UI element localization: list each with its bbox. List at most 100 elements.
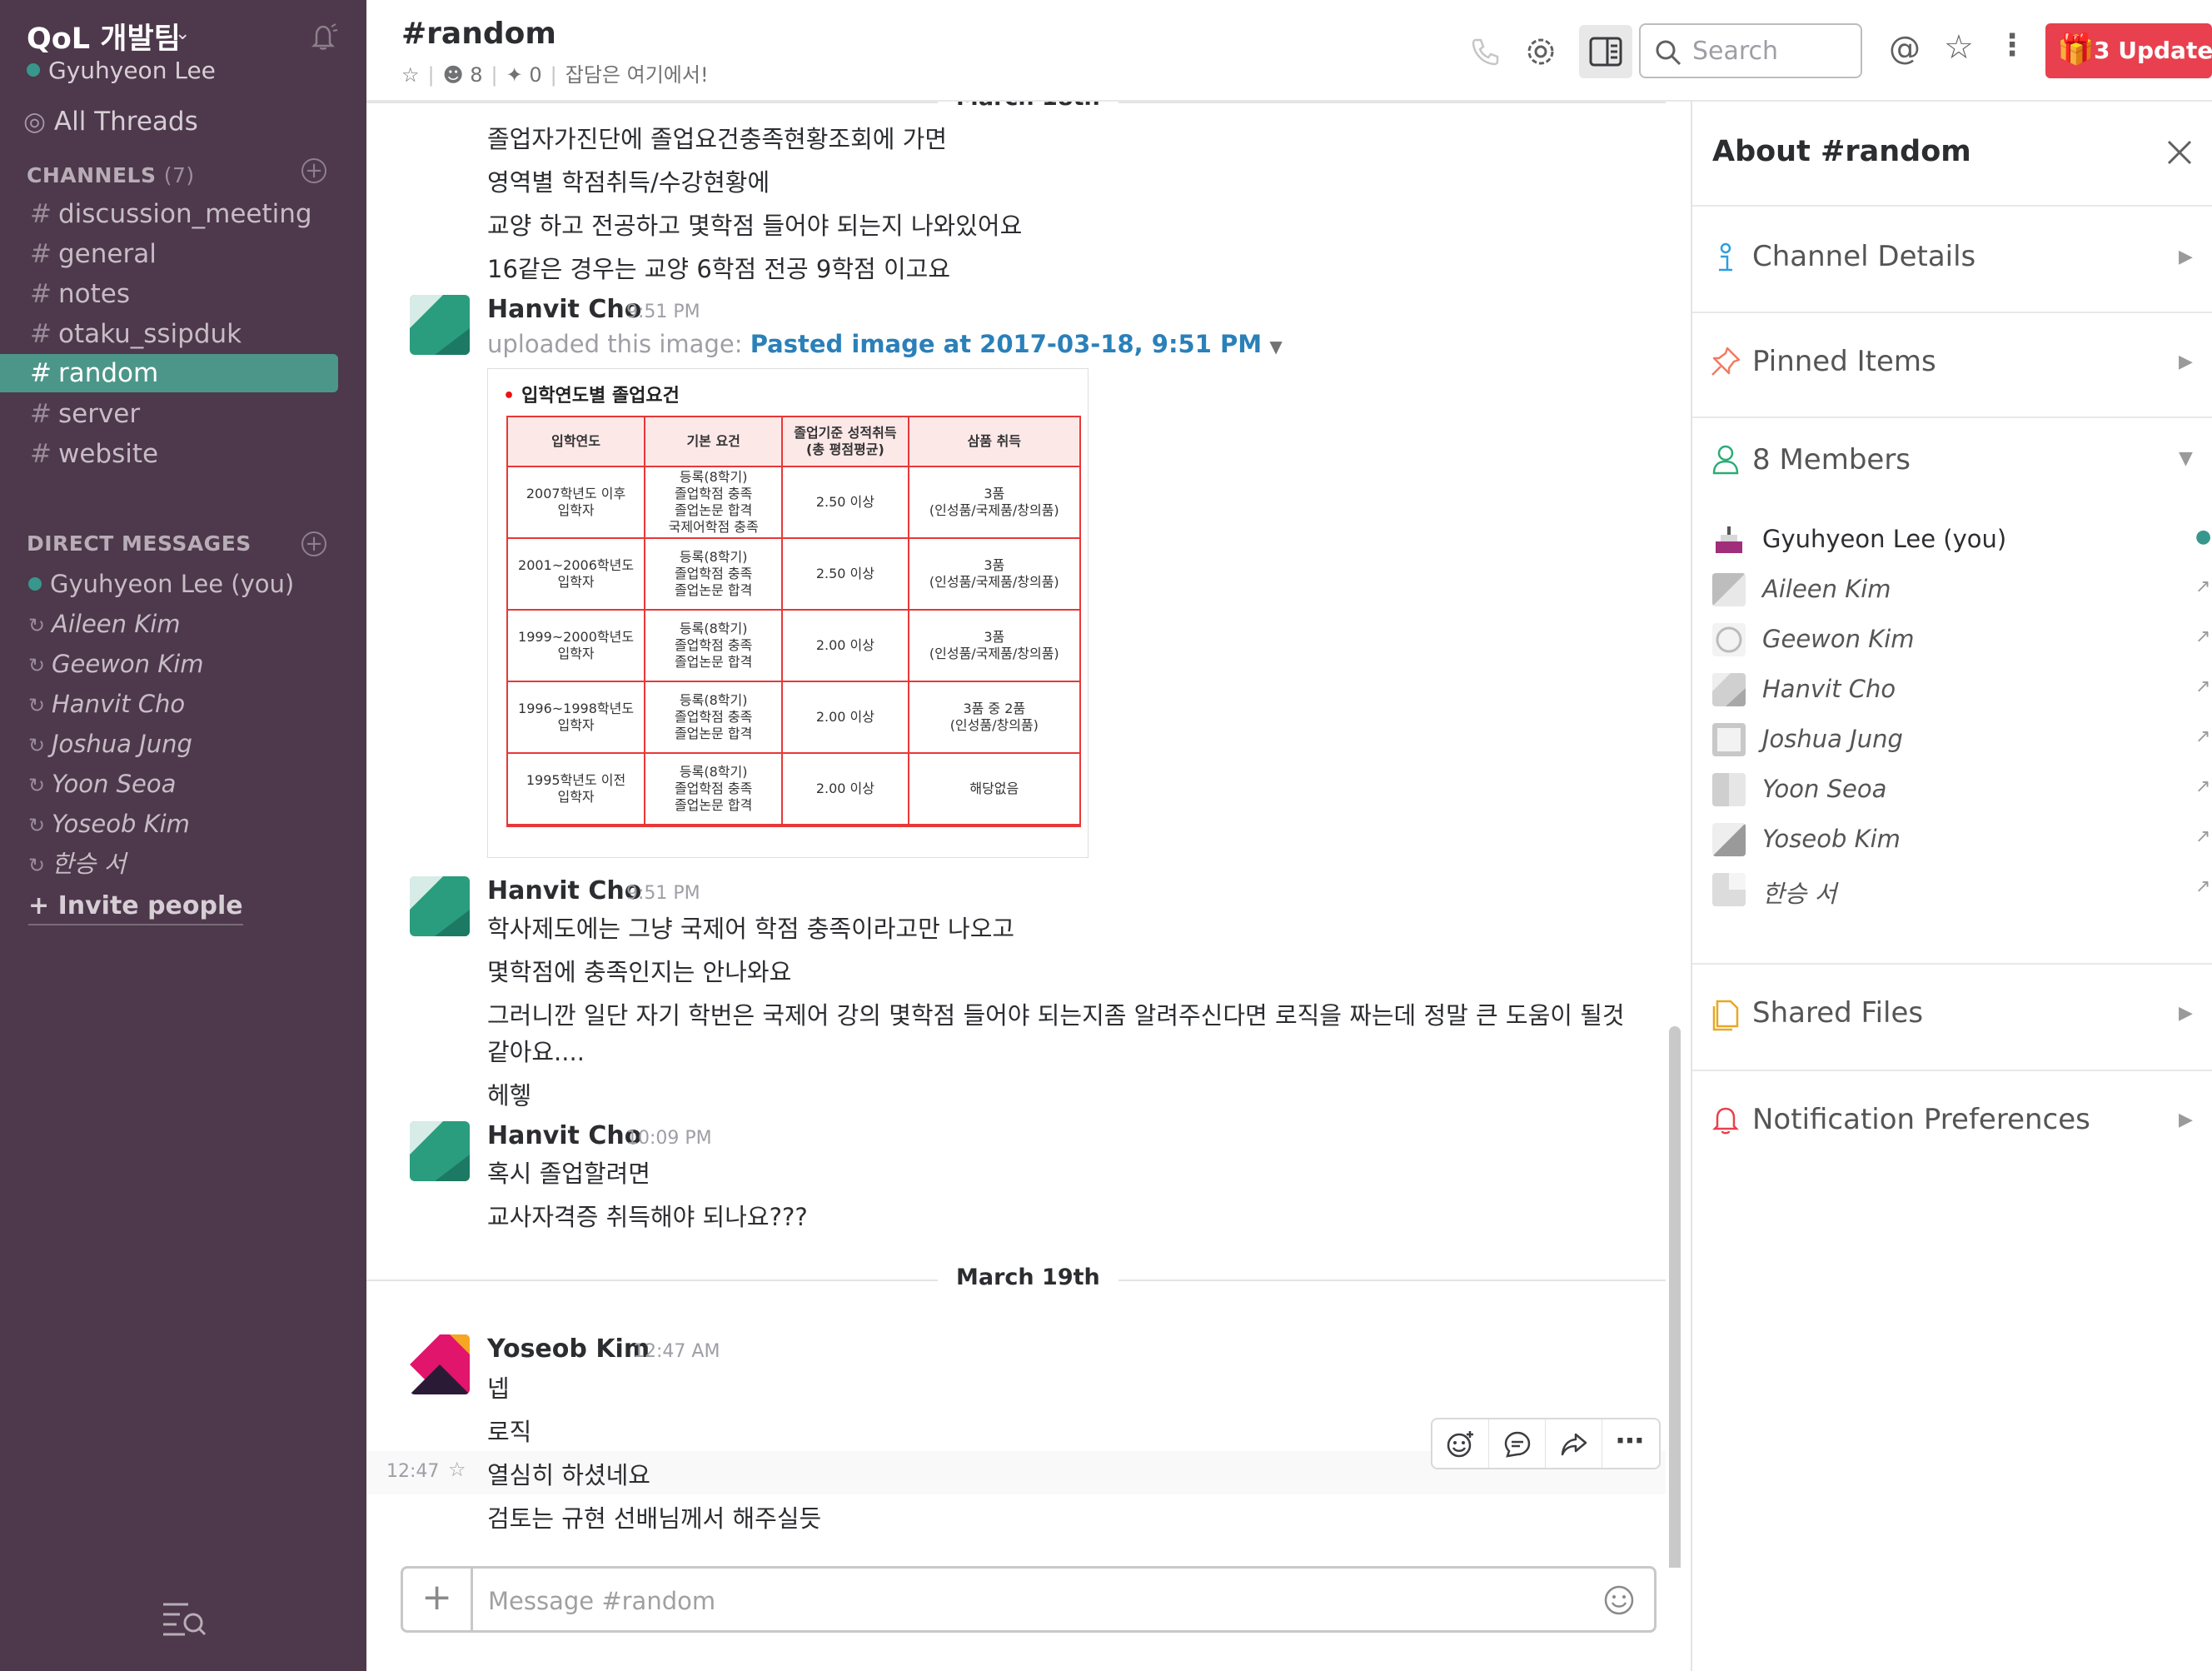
external-link-icon: ↗	[2195, 626, 2211, 647]
away-status-icon: ↻	[28, 854, 46, 877]
add-reaction-button[interactable]	[1432, 1419, 1489, 1468]
dm-item[interactable]: ↻ Yoseob Kim	[0, 805, 366, 843]
message-text: 같아요....	[487, 1038, 585, 1066]
sidebar-item-discussion_meeting[interactable]: # discussion_meeting	[0, 195, 366, 233]
star-icon[interactable]: ☆	[448, 1458, 466, 1481]
caret-down-icon[interactable]: ▼	[1269, 337, 1282, 357]
quick-switcher-icon[interactable]	[160, 1599, 207, 1638]
team-name[interactable]: QoL 개발팀	[27, 15, 181, 57]
gift-icon: 🎁	[2057, 32, 2095, 67]
dm-item[interactable]: ↻ Yoon Seoa	[0, 765, 366, 803]
avatar-image	[410, 295, 470, 355]
add-dm-icon[interactable]: +	[301, 531, 326, 556]
channel-topic[interactable]: 잡담은 여기에서!	[565, 63, 709, 87]
star-icon[interactable]: ☆	[401, 63, 420, 87]
shared-files-row[interactable]: Shared Files ▶	[1692, 965, 2212, 1070]
pinned-items-row[interactable]: Pinned Items ▶	[1692, 313, 2212, 418]
member-item[interactable]: Joshua Jung ↗	[1712, 715, 2210, 765]
dm-item[interactable]: ↻ Aileen Kim	[0, 605, 366, 643]
channel-details-row[interactable]: Channel Details ▶	[1692, 207, 2212, 312]
message-author[interactable]: Hanvit Cho	[487, 295, 641, 324]
invite-people-link[interactable]: + Invite people	[28, 891, 243, 925]
share-button[interactable]	[1546, 1419, 1602, 1468]
mentions-icon[interactable]: @	[1889, 30, 1921, 67]
channels-header[interactable]: CHANNELS (7)	[27, 163, 195, 187]
avatar-image	[410, 1334, 470, 1394]
table-row: 1996~1998학년도 입학자 등록(8학기) 졸업학점 충족 졸업논문 합격…	[506, 681, 1082, 754]
dm-item[interactable]: ↻ Hanvit Cho	[0, 685, 366, 723]
day-divider-label: March 19th	[938, 1264, 1118, 1290]
dm-item-self[interactable]: Gyuhyeon Lee (you)	[0, 565, 366, 603]
table-header: 입학연도	[506, 416, 646, 467]
chevron-down-icon[interactable]: ⌄	[175, 23, 190, 44]
sidebar: QoL 개발팀 ⌄ Gyuhyeon Lee ◎ All Threads CHA…	[0, 0, 366, 1671]
member-item[interactable]: Yoseob Kim ↗	[1712, 815, 2210, 865]
member-item[interactable]: Aileen Kim ↗	[1712, 565, 2210, 615]
phone-icon[interactable]	[1467, 33, 1504, 70]
members-row[interactable]: 8 Members ▼	[1692, 418, 2212, 493]
reply-thread-button[interactable]	[1489, 1419, 1546, 1468]
bell-icon	[1711, 1107, 1740, 1135]
member-item[interactable]: Geewon Kim ↗	[1712, 615, 2210, 665]
direct-messages-header[interactable]: DIRECT MESSAGES	[27, 531, 252, 556]
current-user[interactable]: Gyuhyeon Lee	[27, 57, 216, 84]
dm-item[interactable]: ↻ Geewon Kim	[0, 645, 366, 683]
sidebar-item-general[interactable]: # general	[0, 235, 366, 273]
members-icon[interactable]: ☻ 8	[443, 63, 483, 87]
sidebar-item-notes[interactable]: # notes	[0, 275, 366, 313]
member-item[interactable]: Hanvit Cho ↗	[1712, 665, 2210, 715]
avatar	[1712, 873, 1746, 906]
message-timestamp[interactable]: 9:51 PM	[626, 883, 700, 904]
message-author[interactable]: Yoseob Kim	[487, 1334, 650, 1364]
channel-title[interactable]: #random	[401, 17, 556, 51]
notification-preferences-row[interactable]: Notification Preferences ▶	[1692, 1071, 2212, 1176]
more-menu-icon[interactable]: ⋮	[1997, 28, 2027, 62]
ellipsis-icon: ⋯	[1616, 1424, 1644, 1458]
close-icon[interactable]	[2165, 138, 2194, 167]
scrollbar[interactable]	[1669, 1026, 1681, 1568]
avatar-image	[410, 1121, 470, 1181]
dm-item[interactable]: ↻ Joshua Jung	[0, 725, 366, 763]
file-link[interactable]: Pasted image at 2017-03-18, 9:51 PM	[750, 330, 1262, 358]
message-timestamp[interactable]: 12:47	[386, 1461, 439, 1482]
add-channel-icon[interactable]: +	[301, 158, 326, 183]
member-item[interactable]: Gyuhyeon Lee (you) ●	[1712, 515, 2211, 565]
member-item[interactable]: Yoon Seoa ↗	[1712, 765, 2210, 815]
message-author[interactable]: Hanvit Cho	[487, 1121, 641, 1150]
message-text: 교사자격증 취득해야 되나요???	[487, 1203, 808, 1231]
sidebar-item-random[interactable]: # random	[0, 354, 338, 392]
pin-icon[interactable]: ✦ 0	[506, 63, 542, 87]
message-timestamp[interactable]: 12:47 AM	[633, 1341, 720, 1362]
member-item[interactable]: 한승 서 ↗	[1712, 865, 2210, 915]
sidebar-item-otaku_ssipduk[interactable]: # otaku_ssipduk	[0, 315, 366, 353]
attached-image[interactable]: • 입학연도별 졸업요건 입학연도 기본 요건 졸업기준 성적취득 (총 평점평균…	[487, 368, 1089, 858]
updates-button[interactable]: 🎁 3 Updates	[2045, 23, 2212, 78]
emoji-picker-icon[interactable]	[1602, 1584, 1636, 1617]
message-author[interactable]: Hanvit Cho	[487, 876, 641, 905]
all-threads-link[interactable]: ◎ All Threads	[23, 107, 198, 137]
table-row: 1999~2000학년도 입학자 등록(8학기) 졸업학점 충족 졸업논문 합격…	[506, 609, 1082, 682]
message-text: 헤헿	[487, 1081, 532, 1110]
notification-bell-icon[interactable]	[308, 22, 338, 52]
sidebar-item-server[interactable]: # server	[0, 395, 366, 433]
avatar[interactable]	[410, 295, 470, 355]
dm-item[interactable]: ↻ 한승 서	[0, 845, 366, 883]
panel-title: About #random	[1712, 135, 1971, 168]
avatar[interactable]	[410, 1334, 470, 1394]
gear-icon[interactable]	[1522, 33, 1559, 70]
bullet-icon: •	[503, 386, 516, 407]
search-input[interactable]: Search	[1639, 23, 1862, 78]
avatar[interactable]	[410, 876, 470, 936]
details-toggle-button[interactable]	[1579, 25, 1632, 78]
files-icon	[1712, 1000, 1739, 1031]
attach-plus-button[interactable]: +	[403, 1569, 473, 1630]
away-status-icon: ↻	[28, 774, 46, 797]
starred-items-icon[interactable]: ☆	[1944, 28, 1974, 67]
external-link-icon: ↗	[2195, 876, 2211, 897]
more-actions-button[interactable]: ⋯	[1602, 1419, 1659, 1468]
sidebar-item-website[interactable]: # website	[0, 435, 366, 473]
avatar[interactable]	[410, 1121, 470, 1181]
message-timestamp[interactable]: 9:51 PM	[626, 302, 700, 322]
message-timestamp[interactable]: 10:09 PM	[626, 1128, 712, 1149]
message-input[interactable]	[486, 1584, 1556, 1619]
